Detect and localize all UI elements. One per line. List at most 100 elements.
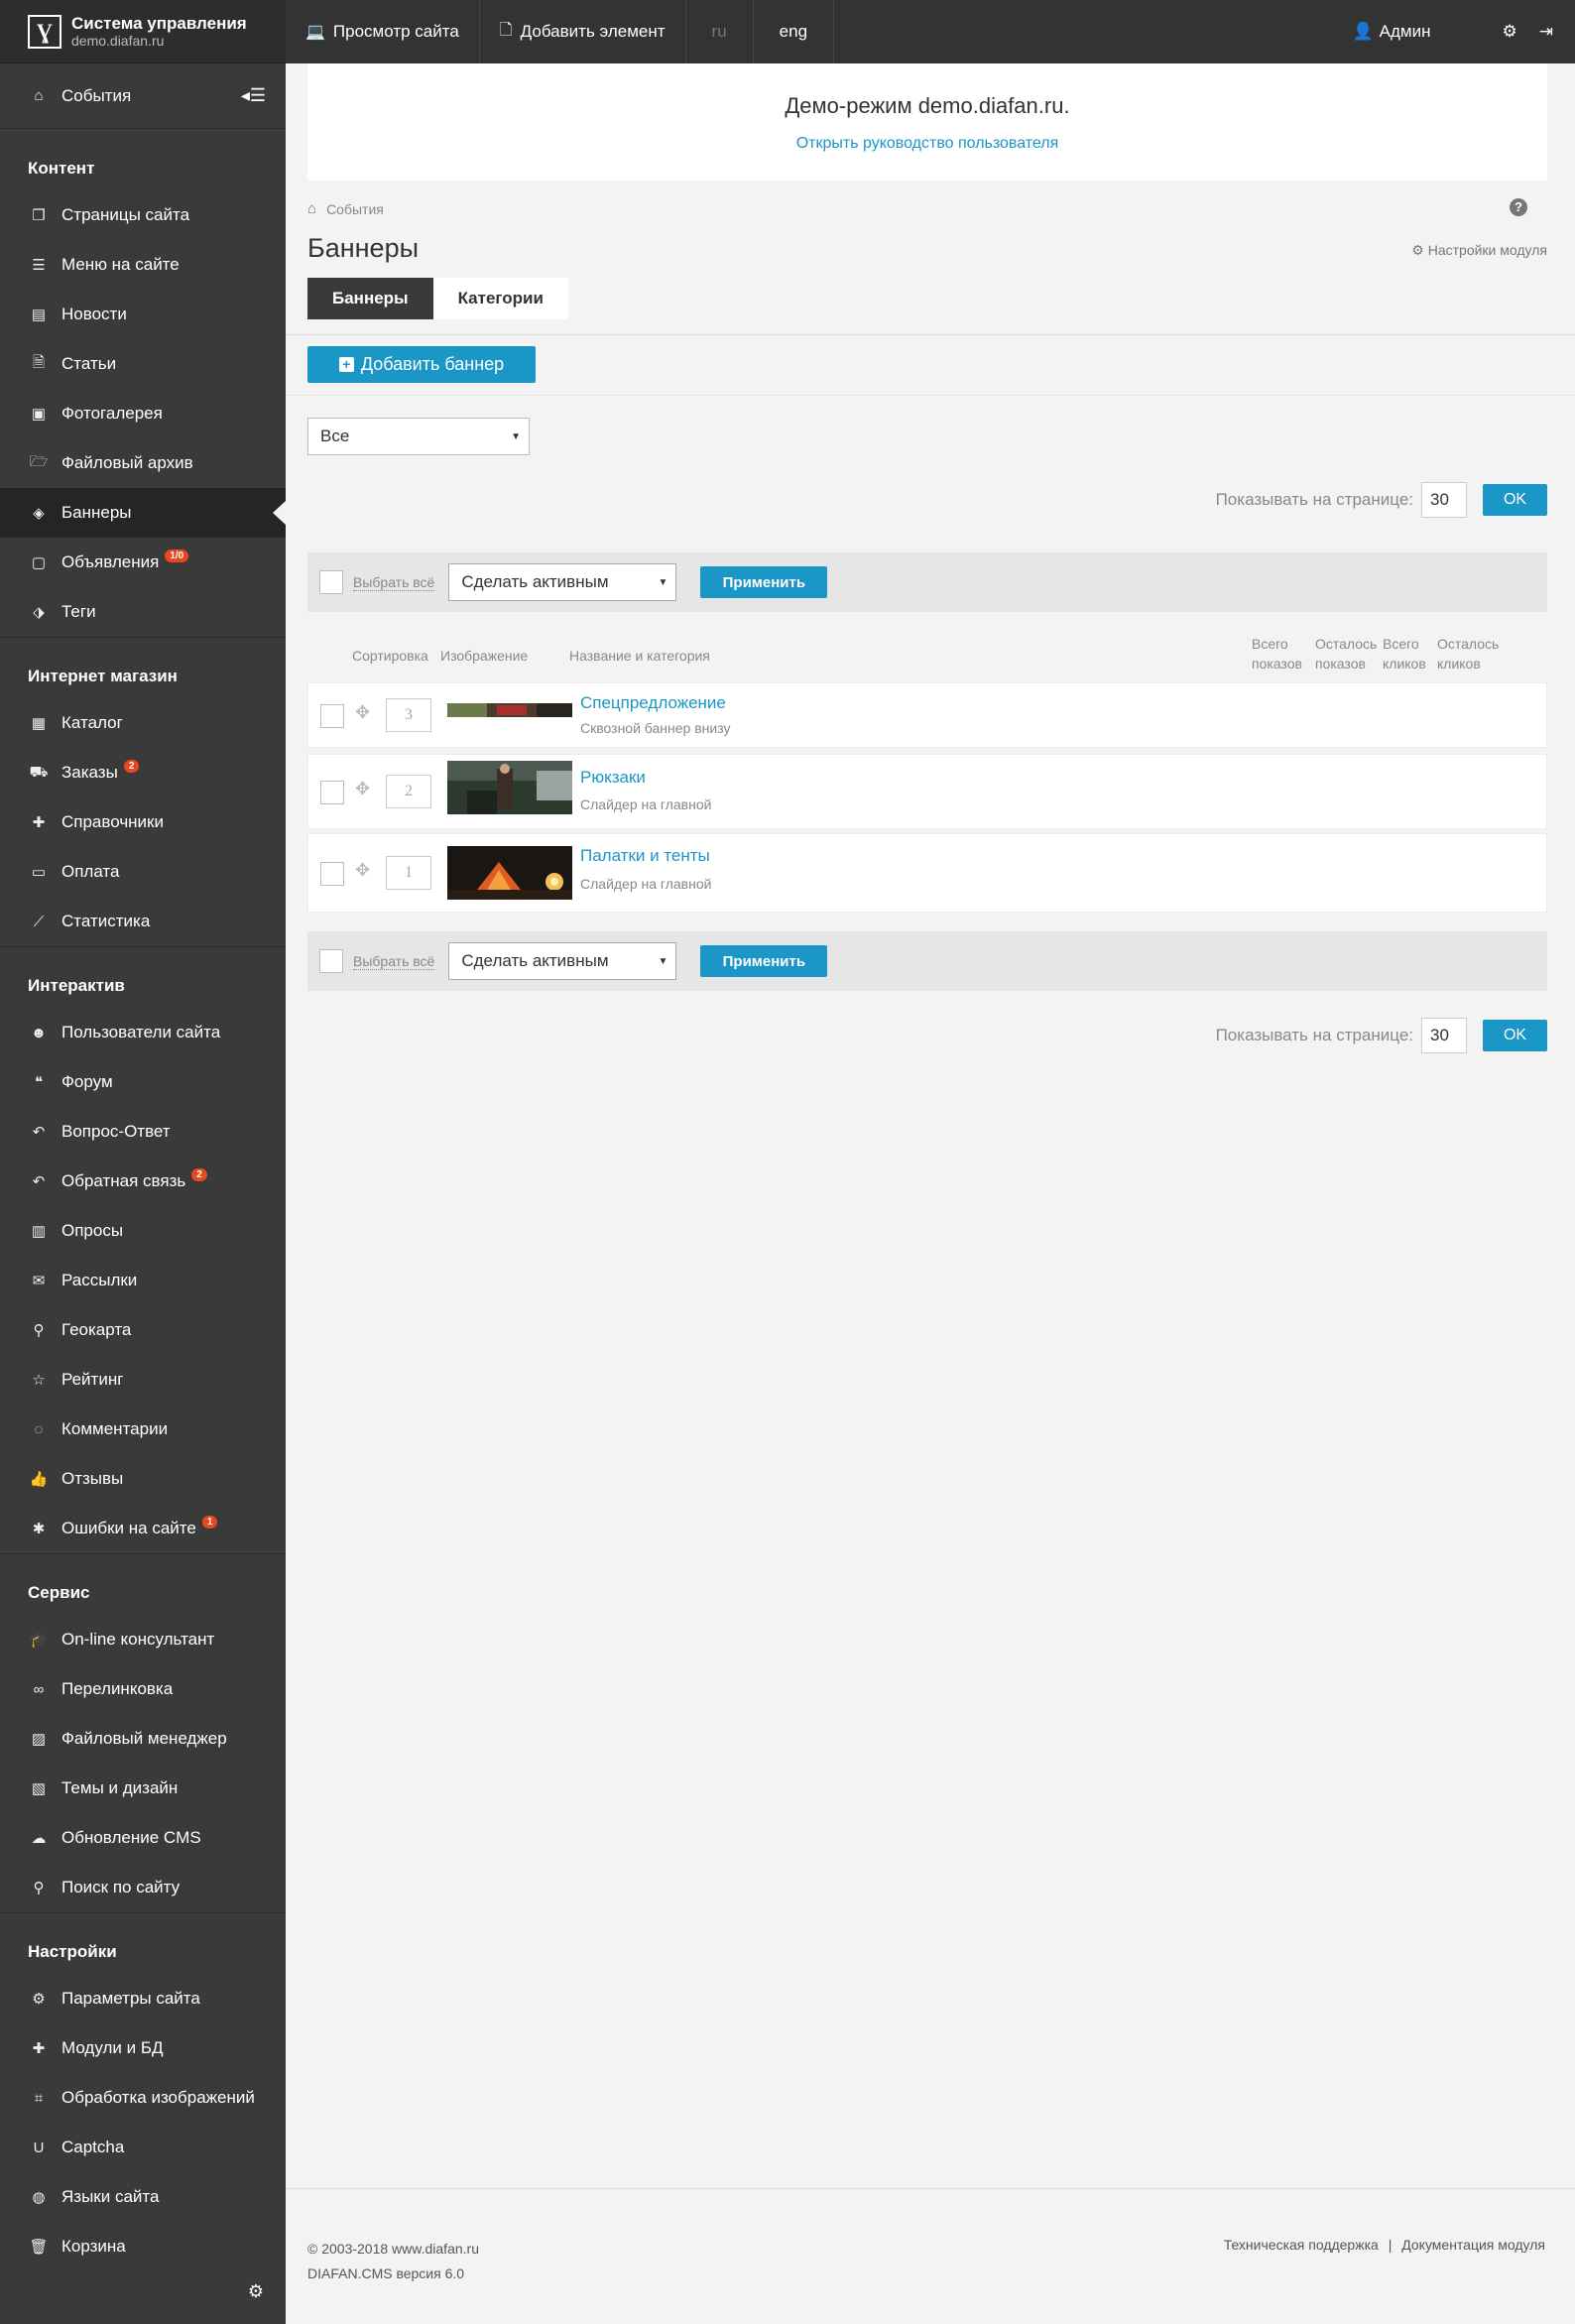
- sidebar-item-line-chart[interactable]: ⟋ Статистика: [0, 897, 286, 946]
- user-guide-link[interactable]: Открыть руководство пользователя: [307, 135, 1547, 153]
- row-checkbox[interactable]: [320, 862, 344, 886]
- sidebar-item-trash[interactable]: 🗑 Корзина: [0, 2222, 286, 2271]
- group-action-select[interactable]: Сделать активным ▼: [448, 942, 677, 980]
- add-element-button[interactable]: 🗋 Добавить элемент: [480, 0, 686, 63]
- divider: [286, 334, 1575, 335]
- credit-card-icon: ▭: [31, 864, 47, 881]
- admin-user[interactable]: 👤 Админ: [1352, 22, 1430, 42]
- table-row[interactable]: ✥ 2 Рюкзаки Слайдер на главной: [307, 754, 1547, 829]
- support-link[interactable]: Техническая поддержка: [1224, 2237, 1379, 2253]
- category-filter-select[interactable]: Все ▼: [307, 418, 530, 455]
- lang-eng[interactable]: eng: [754, 0, 835, 63]
- apply-button[interactable]: Применить: [700, 945, 828, 977]
- view-site-button[interactable]: 💻 Просмотр сайта: [286, 0, 480, 63]
- drag-handle-icon[interactable]: ✥: [355, 860, 370, 881]
- col-sort[interactable]: Сортировка: [352, 646, 428, 666]
- sidebar-item-grid[interactable]: ▦ Каталог: [0, 698, 286, 748]
- sidebar-item-document[interactable]: 🗎 Статьи: [0, 339, 286, 389]
- banner-thumbnail: [447, 846, 572, 900]
- sidebar-item-search[interactable]: ⚲ Поиск по сайту: [0, 1863, 286, 1912]
- module-settings-link[interactable]: ⚙ Настройки модуля: [1411, 242, 1547, 259]
- sidebar-item-thumbs-up[interactable]: 👍 Отзывы: [0, 1454, 286, 1504]
- select-all-link[interactable]: Выбрать всё: [353, 953, 435, 970]
- banner-title-link[interactable]: Рюкзаки: [580, 768, 646, 788]
- sidebar-item-puzzle[interactable]: ✚ Справочники: [0, 797, 286, 847]
- count-badge: 1/0: [165, 549, 189, 562]
- apply-button[interactable]: Применить: [700, 566, 828, 598]
- sidebar-item-events[interactable]: ⌂ События ◂☰: [0, 63, 286, 129]
- sidebar-item-captcha[interactable]: U Captcha: [0, 2123, 286, 2172]
- drag-handle-icon[interactable]: ✥: [355, 779, 370, 799]
- drag-handle-icon[interactable]: ✥: [355, 702, 370, 723]
- sidebar-item-ticket[interactable]: ◈ Баннеры: [0, 488, 286, 538]
- sidebar-item-pages[interactable]: ❐ Страницы сайта: [0, 190, 286, 240]
- sidebar-item-credit-card[interactable]: ▭ Оплата: [0, 847, 286, 897]
- sidebar-item-tags[interactable]: ⬗ Теги: [0, 587, 286, 637]
- gear-icon[interactable]: ⚙: [248, 2281, 264, 2302]
- sidebar-item-bar-chart[interactable]: ▥ Опросы: [0, 1206, 286, 1256]
- perpage-ok-button[interactable]: OK: [1483, 1020, 1547, 1051]
- sidebar-item-graduation-cap[interactable]: 🎓 On-line консультант: [0, 1615, 286, 1664]
- perpage-input[interactable]: 30: [1421, 482, 1467, 518]
- tab-banners[interactable]: Баннеры: [307, 278, 433, 319]
- sort-field[interactable]: 1: [386, 856, 431, 890]
- sidebar-item-reply[interactable]: ↶ Вопрос-Ответ: [0, 1107, 286, 1157]
- lang-ru[interactable]: ru: [686, 0, 754, 63]
- breadcrumb-events[interactable]: События: [326, 201, 384, 217]
- sidebar-item-feedback[interactable]: ↶ Обратная связь 2: [0, 1157, 286, 1206]
- sidebar-item-cloud-download[interactable]: ☁ Обновление CMS: [0, 1813, 286, 1863]
- sort-field[interactable]: 3: [386, 698, 431, 732]
- sidebar-item-map-marker[interactable]: ⚲ Геокарта: [0, 1305, 286, 1355]
- sidebar-item-news[interactable]: ▤ Новости: [0, 290, 286, 339]
- sidebar-item-menu[interactable]: ☰ Меню на сайте: [0, 240, 286, 290]
- sidebar-item-theme[interactable]: ▧ Темы и дизайн: [0, 1764, 286, 1813]
- sidebar-item-bug[interactable]: ✱ Ошибки на сайте 1: [0, 1504, 286, 1553]
- brand[interactable]: Ɣ Система управления demo.diafan.ru: [0, 0, 286, 63]
- tab-categories[interactable]: Категории: [432, 278, 568, 319]
- add-banner-button[interactable]: + Добавить баннер: [307, 346, 536, 383]
- table-row[interactable]: ✥ 1 Палатки и тенты Слайдер на главной: [307, 833, 1547, 913]
- copyright[interactable]: © 2003-2018 www.diafan.ru: [307, 2237, 479, 2262]
- group-action-select[interactable]: Сделать активным ▼: [448, 563, 677, 601]
- sidebar-item-folder[interactable]: 🗁 Файловый архив: [0, 438, 286, 488]
- row-checkbox[interactable]: [320, 781, 344, 804]
- home-icon[interactable]: ⌂: [307, 200, 316, 217]
- sign-out-icon[interactable]: ⇥: [1539, 22, 1553, 42]
- count-badge: 2: [191, 1167, 207, 1181]
- search-icon: ⚲: [33, 1880, 45, 1896]
- sidebar-item-globe[interactable]: ◍ Языки сайта: [0, 2172, 286, 2222]
- banner-title-link[interactable]: Палатки и тенты: [580, 846, 710, 866]
- table-row[interactable]: ✥ 3 Спецпредложение Сквозной баннер вниз…: [307, 682, 1547, 748]
- select-all-link[interactable]: Выбрать всё: [353, 574, 435, 591]
- sidebar-item-star[interactable]: ☆ Рейтинг: [0, 1355, 286, 1405]
- sidebar-item-comment[interactable]: ◌ Комментарии: [0, 1405, 286, 1454]
- settings-gear-icon[interactable]: ⚙: [1503, 22, 1517, 42]
- docs-link[interactable]: Документация модуля: [1401, 2237, 1545, 2253]
- sidebar-item-envelope[interactable]: ✉ Рассылки: [0, 1256, 286, 1305]
- select-all-checkbox[interactable]: [319, 949, 343, 973]
- sidebar-item-users[interactable]: ☻ Пользователи сайта: [0, 1008, 286, 1057]
- sidebar-item-cogs[interactable]: ⚙ Параметры сайта: [0, 1974, 286, 2023]
- perpage-ok-button[interactable]: OK: [1483, 484, 1547, 516]
- collapse-sidebar-icon[interactable]: ◂☰: [241, 85, 266, 106]
- sidebar-item-picture[interactable]: ▣ Фотогалерея: [0, 389, 286, 438]
- sort-field[interactable]: 2: [386, 775, 431, 808]
- perpage-input[interactable]: 30: [1421, 1018, 1467, 1053]
- sidebar-item-crop[interactable]: ⌗ Обработка изображений: [0, 2073, 286, 2123]
- row-checkbox[interactable]: [320, 704, 344, 728]
- banner-title-link[interactable]: Спецпредложение: [580, 693, 726, 713]
- sidebar-item-file-image[interactable]: ▨ Файловый менеджер: [0, 1714, 286, 1764]
- sidebar-item-label: Справочники: [61, 812, 164, 831]
- sidebar-item-note[interactable]: ▢ Объявления 1/0: [0, 538, 286, 587]
- help-icon[interactable]: ?: [1510, 198, 1527, 216]
- col-name[interactable]: Название и категория: [569, 646, 710, 666]
- sidebar-item-comments[interactable]: ❝ Форум: [0, 1057, 286, 1107]
- select-all-checkbox[interactable]: [319, 570, 343, 594]
- sidebar-item-modules[interactable]: ✚ Модули и БД: [0, 2023, 286, 2073]
- sidebar-item-label: Теги: [61, 602, 96, 621]
- group-actions-bottom: Выбрать всё Сделать активным ▼ Применить: [307, 931, 1547, 991]
- sidebar-item-cart[interactable]: ⛟ Заказы 2: [0, 748, 286, 797]
- sidebar-item-label: Темы и дизайн: [61, 1778, 179, 1797]
- sidebar-item-link[interactable]: ∞ Перелинковка: [0, 1664, 286, 1714]
- breadcrumb: ⌂ События: [307, 200, 1547, 217]
